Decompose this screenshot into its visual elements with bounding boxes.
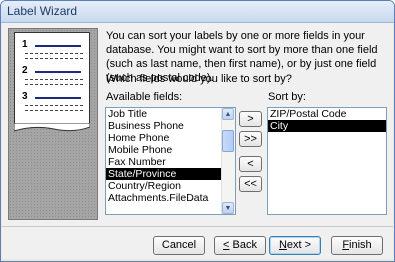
available-item[interactable]: State/Province — [106, 168, 235, 180]
available-fields-label: Available fields: — [106, 91, 183, 103]
next-mnemonic: N — [278, 239, 287, 251]
label-sheet-picture: 1 2 3 — [14, 32, 90, 126]
wizard-body: 1 2 3 You can sort your labels by one or… — [2, 23, 393, 259]
sort-by-label: Sort by: — [268, 91, 306, 103]
next-label: ext > — [286, 239, 312, 251]
label-wizard-window: Label Wizard 1 2 3 You can sort your lab… — [0, 0, 395, 262]
sortby-item[interactable]: City — [268, 120, 386, 132]
number-1: 1 — [22, 39, 28, 50]
text-line — [25, 79, 83, 80]
page-curl-icon — [14, 123, 90, 132]
text-line — [25, 105, 83, 106]
sort-illustration: 1 2 3 — [8, 28, 98, 220]
available-item[interactable]: Attachments.FileData — [106, 192, 235, 204]
number-2: 2 — [22, 65, 28, 76]
available-item[interactable]: Mobile Phone — [106, 144, 235, 156]
footer-separator — [2, 226, 393, 227]
available-scrollbar[interactable]: ▲ ▼ — [221, 108, 235, 214]
available-fields-list[interactable]: Job Title Business Phone Home Phone Mobile … — [105, 107, 236, 215]
text-line — [35, 45, 81, 47]
remove-field-button[interactable]: < — [239, 156, 262, 172]
available-item[interactable]: Business Phone — [106, 120, 235, 132]
add-field-button[interactable]: > — [239, 111, 262, 127]
available-item[interactable]: Home Phone — [106, 132, 235, 144]
scroll-up-icon[interactable]: ▲ — [222, 108, 234, 120]
next-button[interactable]: Next > — [269, 236, 321, 255]
available-item[interactable]: Fax Number — [106, 156, 235, 168]
text-line — [25, 84, 83, 85]
sort-by-items: ZIP/Postal Code City — [268, 108, 386, 132]
available-item[interactable]: Country/Region — [106, 180, 235, 192]
title-bar[interactable]: Label Wizard — [1, 1, 394, 23]
back-button[interactable]: < Back — [214, 236, 266, 255]
scroll-thumb[interactable] — [222, 130, 234, 152]
text-line — [35, 97, 81, 99]
scroll-down-icon[interactable]: ▼ — [222, 202, 234, 214]
sortby-item[interactable]: ZIP/Postal Code — [268, 108, 386, 120]
available-item[interactable]: Job Title — [106, 108, 235, 120]
number-3: 3 — [22, 91, 28, 102]
available-items: Job Title Business Phone Home Phone Mobile … — [106, 108, 235, 204]
text-line — [25, 53, 83, 54]
remove-all-fields-button[interactable]: << — [239, 176, 262, 192]
cancel-button[interactable]: Cancel — [153, 236, 205, 255]
window-title: Label Wizard — [7, 4, 78, 18]
text-line — [25, 58, 83, 59]
finish-button[interactable]: Finish — [331, 236, 383, 255]
finish-label: inish — [349, 239, 372, 251]
sort-question: Which fields would you like to sort by? — [106, 73, 292, 85]
sort-by-list[interactable]: ZIP/Postal Code City — [267, 107, 387, 215]
text-line — [25, 110, 83, 111]
text-line — [35, 71, 81, 73]
add-all-fields-button[interactable]: >> — [239, 131, 262, 147]
back-label: Back — [229, 239, 257, 251]
